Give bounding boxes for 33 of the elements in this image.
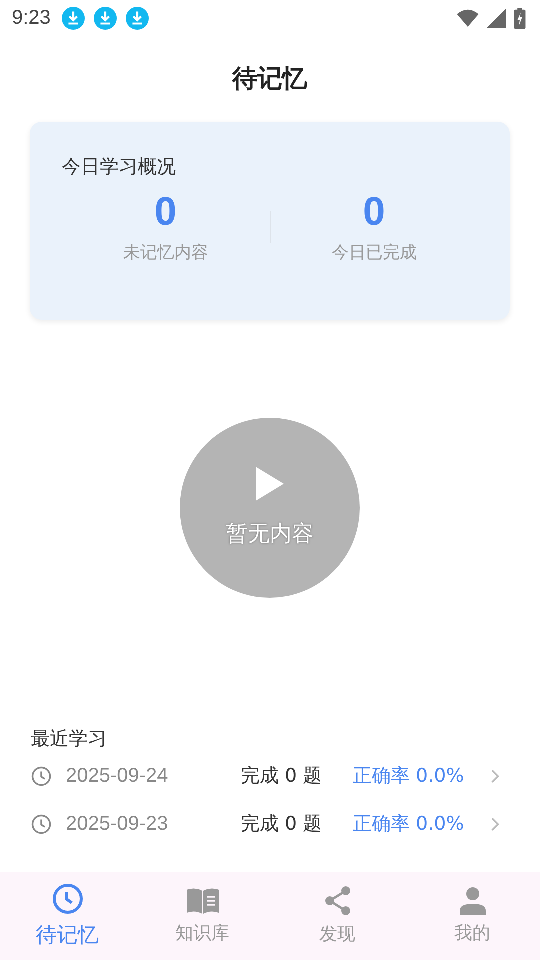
- chevron-icon: [491, 768, 500, 784]
- battery-icon: [514, 8, 526, 28]
- clock-icon: [31, 814, 52, 834]
- stat-value: 0: [154, 190, 177, 235]
- done-count: 完成 0 题: [241, 812, 324, 837]
- accuracy-text: 正确率 0.0%: [353, 764, 466, 789]
- status-time: 9:23: [12, 6, 51, 30]
- download-icon: [126, 6, 149, 30]
- signal-icon: [487, 8, 506, 28]
- person-icon: [460, 887, 486, 915]
- accuracy-text: 正确率 0.0%: [353, 812, 466, 837]
- play-icon: [256, 467, 284, 501]
- nav-tab[interactable]: 我的: [405, 872, 540, 960]
- share-icon: [324, 886, 352, 916]
- download-icon: [62, 6, 85, 30]
- section-title: 最近学习: [31, 727, 108, 752]
- book-icon: [186, 887, 220, 915]
- date-text: 2025-09-23: [66, 812, 170, 836]
- clock-icon: [31, 766, 52, 786]
- stat-value: 0: [363, 190, 386, 235]
- date-text: 2025-09-24: [66, 764, 170, 788]
- chevron-icon: [491, 816, 500, 832]
- done-count: 完成 0 题: [241, 764, 324, 789]
- stat-label: 未记忆内容: [123, 242, 208, 264]
- clock-icon: [52, 883, 84, 915]
- nav-tab[interactable]: 发现: [270, 872, 405, 960]
- nav-tab[interactable]: 知识库: [135, 872, 270, 960]
- page-title: 待记忆: [231, 63, 308, 95]
- download-icon: [94, 6, 117, 30]
- nav-tab[interactable]: 待记忆: [0, 872, 135, 960]
- stat-label: 今日已完成: [332, 242, 417, 264]
- wifi-icon: [457, 9, 479, 27]
- card-title: 今日学习概况: [62, 155, 177, 180]
